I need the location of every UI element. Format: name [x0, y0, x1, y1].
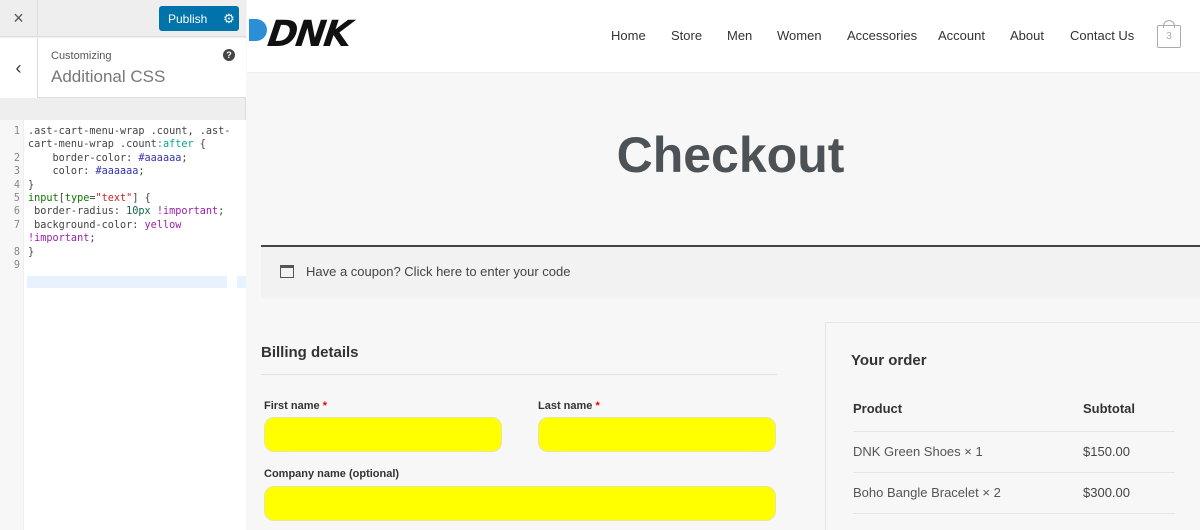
- close-customizer-button[interactable]: ×: [0, 0, 38, 37]
- site-preview: DNK Home Store Men Women Accessories Acc…: [247, 0, 1200, 530]
- line-number: 2: [13, 152, 20, 164]
- code-text: }: [28, 179, 35, 191]
- first-name-field[interactable]: [264, 417, 502, 452]
- line-number: 1: [13, 126, 20, 137]
- last-name-label: Last name *: [538, 400, 600, 412]
- order-divider: [853, 513, 1175, 514]
- col-product-header: Product: [853, 401, 903, 416]
- line-number: 3: [13, 166, 20, 178]
- order-subtotal: $150.00: [1083, 444, 1130, 459]
- order-title: Your order: [851, 352, 927, 369]
- order-product: Boho Bangle Bracelet × 2: [853, 485, 1001, 500]
- last-name-field[interactable]: [538, 417, 776, 452]
- active-line-highlight-end: [237, 276, 246, 288]
- nav-item-women[interactable]: Women: [777, 28, 822, 43]
- active-line-highlight: [27, 276, 227, 288]
- nav-item-account[interactable]: Account: [938, 28, 985, 43]
- billing-divider: [261, 374, 777, 375]
- window-icon: [280, 265, 294, 278]
- page-title: Checkout: [616, 127, 845, 183]
- line-number: 7: [13, 219, 20, 231]
- coupon-notice[interactable]: Have a coupon? Click here to enter your …: [261, 247, 1200, 298]
- site-header: DNK Home Store Men Women Accessories Acc…: [247, 0, 1200, 73]
- first-name-label-text: First name: [264, 400, 320, 412]
- gear-icon[interactable]: ⚙: [219, 11, 239, 27]
- close-icon: ×: [13, 8, 24, 28]
- help-icon[interactable]: ?: [223, 49, 235, 61]
- code-text: }: [28, 246, 35, 258]
- code-text: background-color: yellow: [28, 219, 182, 231]
- publish-button[interactable]: Publish ⚙: [159, 6, 239, 31]
- order-subtotal: $300.00: [1083, 485, 1130, 500]
- publish-label: Publish: [168, 11, 208, 26]
- cart-button[interactable]: 3: [1157, 25, 1181, 48]
- line-number: 4: [13, 179, 20, 191]
- code-text: border-radius: 10px !important;: [28, 206, 225, 218]
- back-button[interactable]: ‹: [0, 38, 38, 98]
- code-text: .ast-cart-menu-wrap .count, .ast-: [28, 126, 231, 137]
- section-header: ‹ Customizing Additional CSS ?: [0, 38, 246, 98]
- company-name-field[interactable]: [264, 486, 776, 521]
- last-name-label-text: Last name: [538, 400, 593, 412]
- section-title: Additional CSS: [51, 67, 166, 86]
- nav-item-contact-us[interactable]: Contact Us: [1070, 28, 1134, 43]
- required-mark: *: [322, 400, 327, 412]
- nav-item-store[interactable]: Store: [671, 28, 702, 43]
- nav-item-men[interactable]: Men: [727, 28, 752, 43]
- required-mark: *: [595, 400, 600, 412]
- line-number: 6: [13, 206, 20, 218]
- code-text: border-color: #aaaaaa;: [28, 152, 188, 164]
- line-number: 8: [13, 246, 20, 258]
- coupon-link[interactable]: Have a coupon? Click here to enter your …: [306, 264, 571, 279]
- line-number: 9: [13, 260, 20, 271]
- first-name-label: First name *: [264, 400, 327, 412]
- line-number: 5: [13, 193, 20, 204]
- order-review: Your order Product Subtotal DNK Green Sh…: [825, 322, 1200, 530]
- code-text: input[type="text"] {: [28, 193, 151, 204]
- nav-item-accessories[interactable]: Accessories: [847, 28, 917, 43]
- css-code-editor[interactable]: 1 .ast-cart-menu-wrap .count, .ast-cart-m…: [0, 120, 246, 530]
- company-name-label: Company name (optional): [264, 468, 400, 480]
- nav-item-about[interactable]: About: [1010, 28, 1044, 43]
- order-row: Boho Bangle Bracelet × 2 $300.00: [853, 472, 1175, 513]
- customizer-sidebar: × Publish ⚙ ‹ Customizing Additional CSS…: [0, 0, 246, 530]
- customizer-toolbar: × Publish ⚙: [0, 0, 246, 37]
- nav-item-home[interactable]: Home: [611, 28, 646, 43]
- customizing-label: Customizing: [51, 50, 112, 62]
- code-text: !important;: [28, 233, 96, 245]
- chevron-left-icon: ‹: [15, 57, 22, 78]
- order-product: DNK Green Shoes × 1: [853, 444, 983, 459]
- code-text: color: #aaaaaa;: [28, 166, 145, 178]
- col-subtotal-header: Subtotal: [1083, 401, 1135, 416]
- billing-details-title: Billing details: [261, 344, 359, 361]
- main-navigation: Home Store Men Women Accessories Account…: [247, 28, 1200, 48]
- order-row: DNK Green Shoes × 1 $150.00: [853, 431, 1175, 472]
- cart-count: 3: [1166, 31, 1172, 42]
- code-text: cart-menu-wrap .count:after {: [28, 139, 206, 151]
